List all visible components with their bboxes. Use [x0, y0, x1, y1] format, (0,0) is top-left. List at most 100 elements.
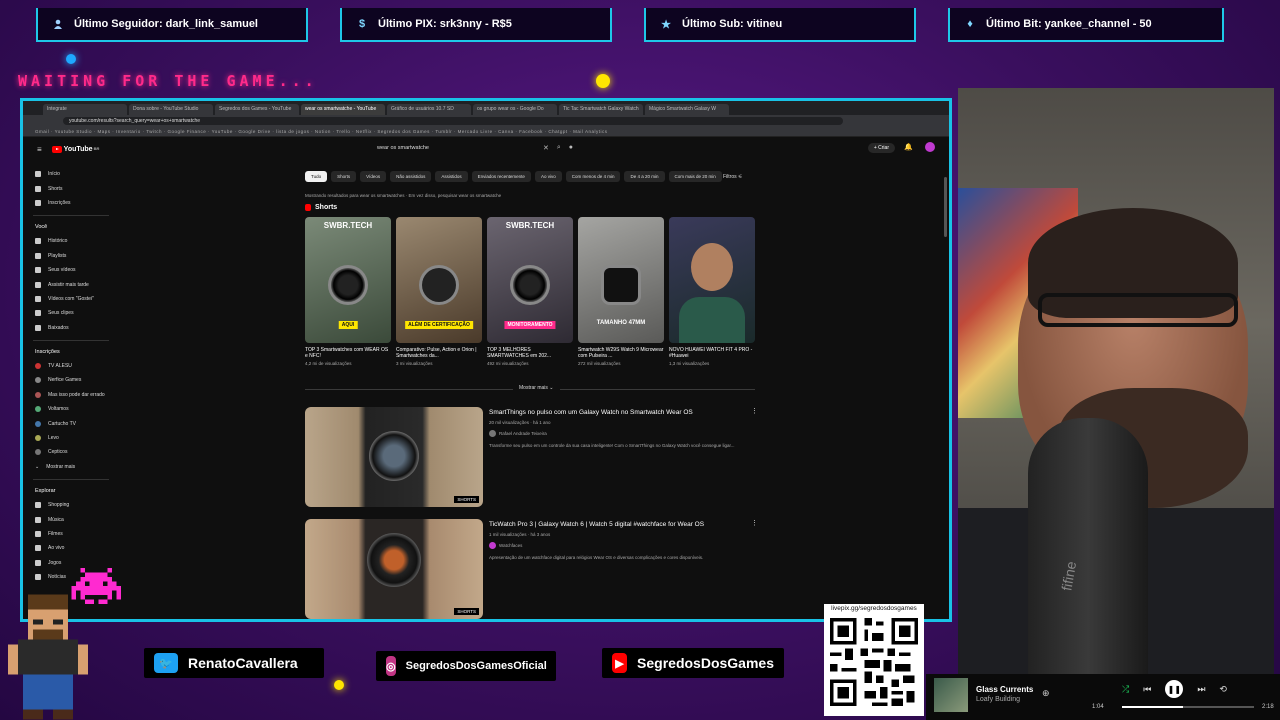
chip[interactable]: Shorts [331, 171, 357, 182]
show-more-button[interactable]: Mostrar mais ⌄ [513, 385, 560, 391]
video-thumbnail[interactable]: SHORTS [305, 519, 483, 619]
video-result[interactable]: SHORTS TicWatch Pro 3 | Galaxy Watch 6 |… [305, 519, 758, 619]
video-channel[interactable]: Watchfaces [489, 542, 749, 549]
sidebar-item-watch-later[interactable]: Assistir mais tarde [33, 277, 113, 291]
short-title[interactable]: NOVO HUAWEI WATCH FIT 4 PRO - #Huawei [669, 347, 755, 359]
short-card[interactable]: TAMANHO 47MM Smartwatch W29S Watch 9 Mic… [578, 217, 664, 366]
short-card[interactable]: ALÉM DE CERTIFICAÇÃO Comparativo: Pulse,… [396, 217, 482, 366]
chip[interactable]: De 4 a 20 min [624, 171, 665, 182]
shuffle-icon[interactable]: ⤮ [1122, 684, 1129, 695]
create-button[interactable]: + Criar [867, 143, 895, 153]
chip[interactable]: Não assistidos [390, 171, 432, 182]
sidebar-item-playlists[interactable]: Playlists [33, 249, 113, 263]
sidebar-item-shorts[interactable]: Shorts [33, 181, 113, 195]
search-correction[interactable]: Mostrando resultados para wear os smartw… [305, 193, 501, 198]
browser-tab-active[interactable]: wear os smartwatche - YouTube [301, 104, 385, 115]
channel-avatar [35, 449, 41, 456]
video-result[interactable]: SHORTS SmartThings no pulso com um Galax… [305, 407, 758, 507]
shorts-icon [35, 185, 41, 192]
scrollbar[interactable] [944, 177, 947, 237]
browser-tab[interactable]: Integrate [43, 104, 127, 115]
search-icon[interactable]: ⌕ [557, 144, 561, 152]
short-card[interactable]: SWBR.TECH AQUI TOP 3 Smartwatches com WE… [305, 217, 391, 366]
sidebar-channel[interactable]: Voltamos [33, 402, 113, 416]
short-title[interactable]: Smartwatch W29S Watch 9 Microwear com Pu… [578, 347, 664, 359]
short-card[interactable]: SWBR.TECH MONITORAMENTO TOP 3 MELHORES S… [487, 217, 573, 366]
browser-tab[interactable]: os grupo wear os - Google Do [473, 104, 557, 115]
browser-tab[interactable]: Segredos dos Games - YouTube [215, 104, 299, 115]
progress-bar[interactable] [1122, 706, 1254, 708]
sidebar-show-more[interactable]: ⌄ Mostrar mais [33, 460, 113, 474]
sidebar-item-your-videos[interactable]: Seus vídeos [33, 263, 113, 277]
video-title[interactable]: SmartThings no pulso com um Galaxy Watch… [489, 409, 749, 416]
sidebar: Início Shorts Inscrições Você Histórico … [33, 167, 113, 584]
chip[interactable]: Com mais de 20 min [668, 171, 722, 182]
track-artist: Loafy Building [976, 696, 1020, 703]
sidebar-item-home[interactable]: Início [33, 167, 113, 181]
sidebar-item-movies[interactable]: Filmes [33, 527, 113, 541]
short-thumbnail[interactable]: SWBR.TECH MONITORAMENTO [487, 217, 573, 343]
browser-tab[interactable]: Gráfico de usuários 10.7 SD [387, 104, 471, 115]
video-title[interactable]: TicWatch Pro 3 | Galaxy Watch 6 | Watch … [489, 521, 749, 528]
previous-icon[interactable]: ⏮ [1143, 684, 1151, 695]
chip[interactable]: Enviados recentemente [471, 171, 531, 182]
short-views: 3 mi visualizações [396, 361, 433, 366]
more-options-icon[interactable]: ⋮ [751, 407, 758, 507]
menu-icon[interactable]: ≡ [37, 145, 42, 154]
chip[interactable]: Ao vivo [534, 171, 562, 182]
film-icon [35, 531, 41, 537]
filters-button[interactable]: Filtros ⚟ [723, 174, 743, 180]
sidebar-channel[interactable]: TV ALESU [33, 359, 113, 373]
url-input[interactable]: youtube.com/results?search_query=wear+os… [63, 117, 843, 125]
repeat-icon[interactable]: ⟲ [1219, 684, 1227, 695]
chip[interactable]: Tudo [305, 171, 328, 182]
chip[interactable]: Vídeos [360, 171, 387, 182]
sidebar-item-shopping[interactable]: Shopping [33, 498, 113, 512]
mic-icon[interactable]: ● [569, 144, 573, 152]
youtube-logo[interactable]: YouTube BR [51, 145, 99, 153]
star-icon: ★ [661, 18, 671, 31]
short-title[interactable]: Comparativo: Pulse, Action e Orion | Sma… [396, 347, 482, 359]
chip[interactable]: Com menos de 4 min [565, 171, 621, 182]
short-thumbnail[interactable]: TAMANHO 47MM [578, 217, 664, 343]
twitter-icon: 🐦 [154, 653, 178, 673]
sidebar-channel[interactable]: Cepticos [33, 445, 113, 459]
sidebar-item-downloads[interactable]: Baixados [33, 321, 113, 335]
short-title[interactable]: TOP 3 Smartwatches com WEAR OS e NFC! [305, 347, 391, 359]
browser-tab[interactable]: Mágico Smartwatch Galaxy W [645, 104, 729, 115]
shorts-title: Shorts [315, 204, 338, 211]
bell-icon[interactable]: 🔔 [904, 143, 913, 151]
sidebar-section-you[interactable]: Você [33, 220, 113, 234]
sidebar-item-live[interactable]: Ao vivo [33, 541, 113, 555]
short-thumbnail[interactable] [669, 217, 755, 343]
chip[interactable]: Assistidos [435, 171, 468, 182]
sidebar-channel[interactable]: Levo [33, 431, 113, 445]
clear-icon[interactable]: ✕ [543, 144, 549, 152]
sidebar-item-clips[interactable]: Seus clipes [33, 306, 113, 320]
pause-button[interactable]: ❚❚ [1165, 680, 1184, 698]
sidebar-label: Seus vídeos [48, 267, 76, 274]
sidebar-item-history[interactable]: Histórico [33, 234, 113, 248]
next-icon[interactable]: ⏭ [1197, 684, 1205, 695]
sidebar-label: Cartucho TV [48, 420, 76, 427]
sidebar-item-liked[interactable]: Vídeos com "Gostei" [33, 292, 113, 306]
short-card[interactable]: NOVO HUAWEI WATCH FIT 4 PRO - #Huawei 1,… [669, 217, 755, 366]
video-channel[interactable]: Rafael Andrade Teixeira [489, 430, 749, 437]
sidebar-item-music[interactable]: Música [33, 512, 113, 526]
add-icon[interactable]: ⊕ [1042, 688, 1050, 699]
bookmarks-bar[interactable]: Gmail · Youtube Studio · Maps · Inventar… [23, 127, 949, 137]
short-thumbnail[interactable]: ALÉM DE CERTIFICAÇÃO [396, 217, 482, 343]
sidebar-channel[interactable]: Nerfice Games [33, 373, 113, 387]
video-thumbnail[interactable]: SHORTS [305, 407, 483, 507]
video-description: Apresentação de um watchface digital par… [489, 555, 704, 560]
more-options-icon[interactable]: ⋮ [751, 519, 758, 619]
sidebar-item-subscriptions[interactable]: Inscrições [33, 196, 113, 210]
browser-tab[interactable]: Dona sobre - YouTube Studio [129, 104, 213, 115]
short-thumbnail[interactable]: SWBR.TECH AQUI [305, 217, 391, 343]
browser-tab[interactable]: Tic Tac Smartwatch Galaxy Watch [559, 104, 643, 115]
sidebar-channel[interactable]: Cartucho TV [33, 416, 113, 430]
sidebar-channel[interactable]: Mas isso pode dar errado [33, 388, 113, 402]
short-title[interactable]: TOP 3 MELHORES SMARTWATCHES em 202... [487, 347, 573, 359]
sidebar-label: Shorts [48, 185, 63, 192]
avatar[interactable] [925, 142, 935, 152]
